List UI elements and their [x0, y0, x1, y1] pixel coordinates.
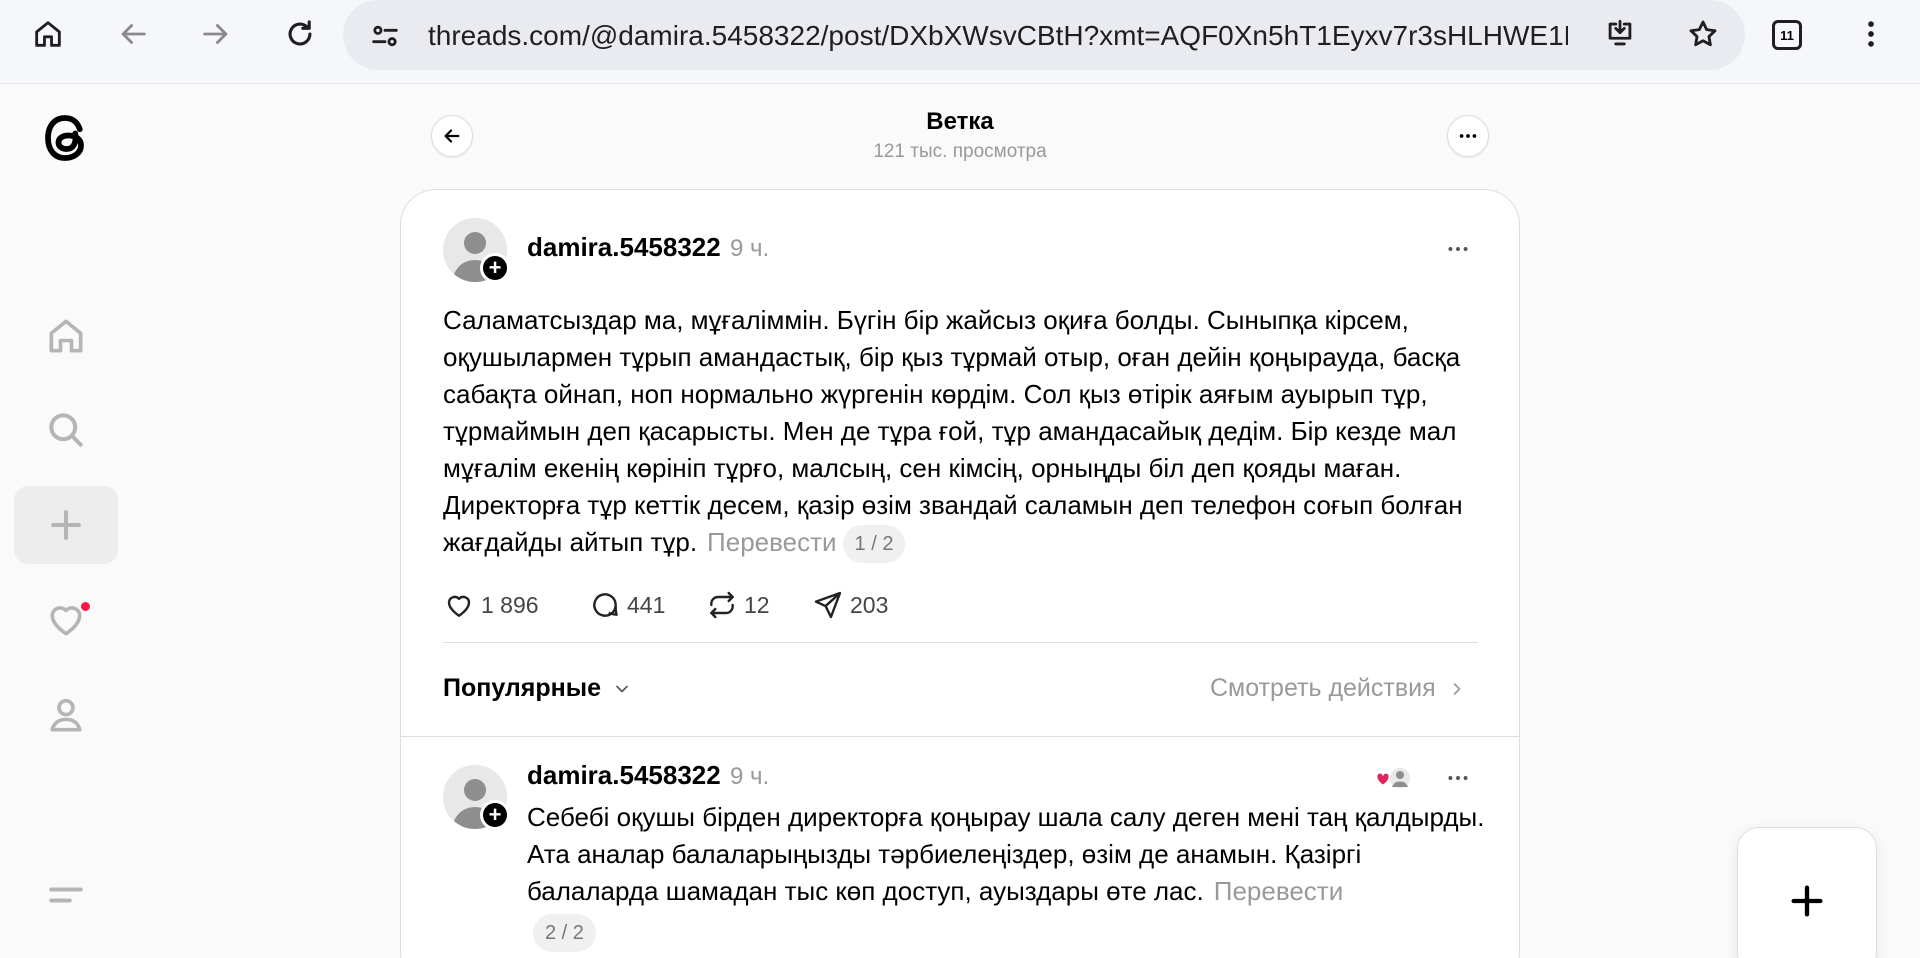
view-activity-link[interactable]: Смотреть действия: [1210, 674, 1467, 703]
reply-body: Себебі оқушы бірден директорға қоңырау ш…: [527, 799, 1487, 952]
notification-dot: [79, 600, 92, 613]
follow-plus-badge[interactable]: +: [480, 800, 510, 830]
comment-icon: [593, 593, 618, 617]
follow-plus-badge[interactable]: +: [480, 253, 510, 283]
search-icon: [49, 413, 83, 447]
share-button[interactable]: 203: [812, 588, 888, 622]
like-button[interactable]: 1 896: [443, 588, 539, 622]
menu-icon: [49, 887, 83, 903]
post-timestamp: 9 ч.: [730, 235, 770, 262]
back-button[interactable]: [431, 115, 473, 157]
sort-dropdown[interactable]: Популярные: [443, 674, 632, 703]
post-body: Саламатсыздар ма, мұғаліммін. Бүгін бір …: [443, 302, 1488, 564]
page-indicator: 1 / 2: [842, 525, 906, 564]
back-arrow-icon: [444, 129, 460, 143]
tab-switcher-button[interactable]: 11: [1772, 20, 1802, 50]
new-thread-button[interactable]: [1737, 827, 1877, 958]
more-dots-icon: [1459, 134, 1477, 138]
install-app-icon[interactable]: [1600, 14, 1640, 54]
plus-icon: [51, 510, 81, 540]
plus-icon: [1791, 885, 1823, 917]
chevron-down-icon: [616, 686, 628, 693]
reply-timestamp: 9 ч.: [730, 763, 770, 790]
profile-icon: [50, 698, 82, 732]
thread-options-button[interactable]: [1447, 115, 1489, 157]
more-dots-icon: [1448, 776, 1468, 780]
more-dots-icon: [1448, 247, 1468, 251]
site-settings-icon[interactable]: [365, 16, 405, 56]
home-icon: [49, 319, 83, 353]
comment-button[interactable]: 441: [589, 588, 665, 622]
sort-label: Популярные: [443, 674, 602, 702]
nav-home[interactable]: [14, 297, 118, 375]
divider: [443, 642, 1478, 643]
forward-arrow-icon[interactable]: [196, 14, 236, 54]
nav-more-menu[interactable]: [14, 856, 118, 934]
nav-profile[interactable]: [14, 676, 118, 754]
nav-create[interactable]: [14, 486, 118, 564]
translate-link[interactable]: Перевести: [707, 527, 836, 557]
post-username[interactable]: damira.5458322: [527, 232, 721, 263]
send-icon: [814, 591, 842, 619]
page-indicator: 2 / 2: [533, 914, 596, 952]
view-count: 121 тыс. просмотра: [873, 141, 1047, 162]
url-text[interactable]: threads.com/@damira.5458322/post/DXbXWsv…: [428, 19, 1568, 53]
page-title: Ветка: [926, 108, 994, 135]
bookmark-star-icon[interactable]: [1683, 14, 1723, 54]
chevron-right-icon: [1453, 683, 1460, 696]
browser-menu-icon[interactable]: [1851, 14, 1891, 54]
translate-link[interactable]: Перевести: [1214, 876, 1343, 906]
reply-username[interactable]: damira.5458322: [527, 760, 721, 791]
threads-logo-icon[interactable]: [36, 106, 96, 170]
back-arrow-icon[interactable]: [113, 14, 153, 54]
repost-icon: [710, 591, 734, 619]
like-count: 1 896: [481, 591, 539, 618]
reply-options-button[interactable]: [1443, 765, 1475, 793]
home-icon[interactable]: [28, 14, 68, 54]
activity-label: Смотреть действия: [1210, 674, 1436, 702]
share-count: 203: [850, 591, 889, 618]
repost-count: 12: [744, 591, 770, 618]
repost-button[interactable]: 12: [706, 588, 770, 622]
comment-count: 441: [627, 591, 666, 618]
reload-icon[interactable]: [280, 14, 320, 54]
post-options-button[interactable]: [1443, 236, 1475, 264]
nav-activity[interactable]: [14, 580, 118, 658]
divider: [400, 736, 1520, 737]
browser-toolbar: threads.com/@damira.5458322/post/DXbXWsv…: [0, 0, 1920, 84]
nav-search[interactable]: [14, 391, 118, 469]
heart-icon: [447, 595, 471, 617]
post-text: Саламатсыздар ма, мұғаліммін. Бүгін бір …: [443, 305, 1463, 557]
address-bar[interactable]: threads.com/@damira.5458322/post/DXbXWsv…: [343, 0, 1745, 70]
author-liked-indicator: [1374, 763, 1414, 793]
